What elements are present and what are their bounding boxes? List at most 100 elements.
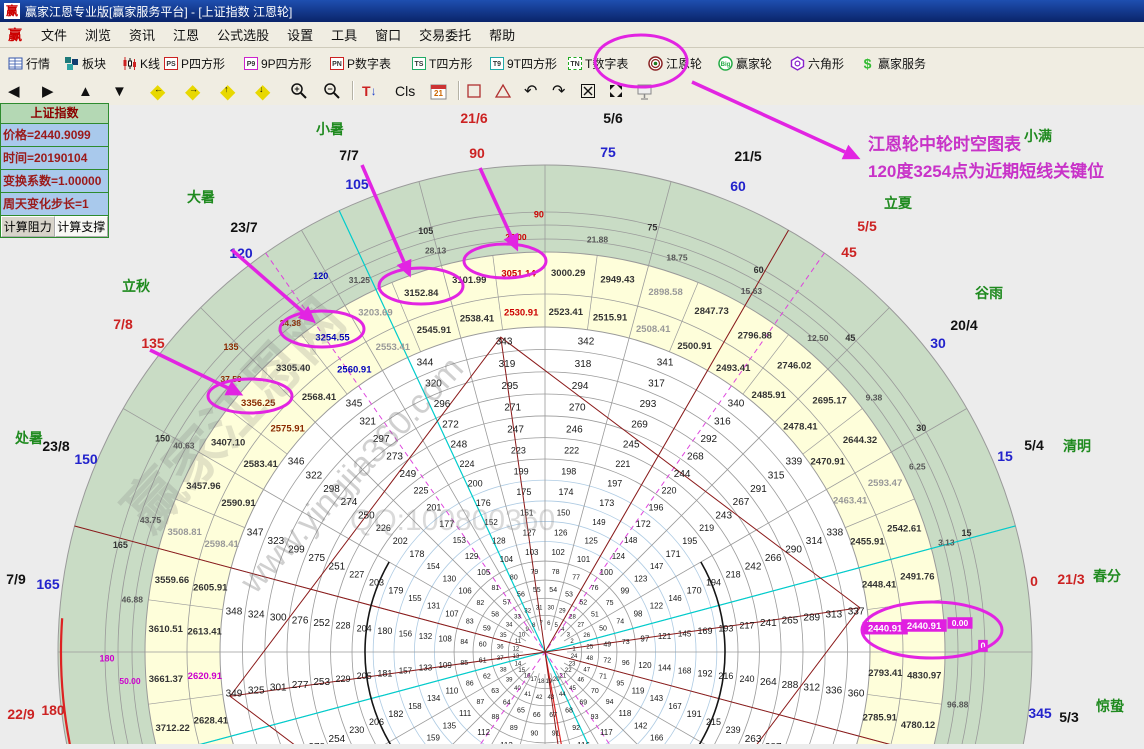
calendar-icon[interactable]: 21 (430, 80, 447, 102)
toolbar-button-9P四方形[interactable]: P99P四方形 (244, 53, 312, 73)
svg-text:181: 181 (377, 668, 392, 678)
svg-text:54: 54 (549, 587, 557, 594)
panel-button-计算支撑[interactable]: 计算支撑 (55, 216, 109, 237)
svg-text:23/8: 23/8 (42, 438, 69, 454)
svg-text:2515.91: 2515.91 (593, 313, 628, 324)
svg-text:2898.58: 2898.58 (648, 287, 682, 298)
zoom-in-icon[interactable]: + (290, 80, 308, 102)
svg-text:360: 360 (848, 689, 865, 700)
svg-text:2545.91: 2545.91 (417, 325, 452, 336)
menu-item-4[interactable]: 公式选股 (208, 25, 278, 46)
tools-toolbar: ◀ ▶ ▲ ▼ ◆← ◆→ ◆↑ ◆↓ +−T↓ Cls 21 ↶ ↷ (0, 77, 1144, 106)
svg-text:84: 84 (460, 639, 468, 646)
svg-text:62: 62 (483, 674, 491, 681)
svg-text:3203.69: 3203.69 (358, 307, 392, 318)
svg-text:15: 15 (961, 528, 971, 538)
svg-text:45: 45 (569, 686, 576, 692)
nav-next-icon[interactable]: ▶ (42, 80, 54, 102)
svg-text:27: 27 (577, 623, 584, 629)
svg-text:40: 40 (514, 686, 521, 692)
menu-item-1[interactable]: 浏览 (76, 25, 120, 46)
svg-text:42: 42 (536, 695, 543, 701)
svg-text:2523.41: 2523.41 (549, 307, 584, 318)
svg-text:37: 37 (497, 656, 504, 662)
time-axis-icon[interactable]: T↓ (362, 80, 377, 102)
toolbar-button-T四方形[interactable]: TST四方形 (412, 53, 472, 73)
toolbar-button-P数字表[interactable]: PNP数字表 (330, 53, 391, 73)
menu-item-7[interactable]: 窗口 (366, 25, 410, 46)
gann-wheel[interactable]: 2440.912440.912448.412491.762455.912542.… (0, 105, 1144, 744)
svg-text:2485.91: 2485.91 (752, 390, 787, 401)
toolbar-button-行情[interactable]: 行情 (8, 53, 50, 73)
svg-text:3000.29: 3000.29 (551, 268, 585, 279)
svg-text:206: 206 (369, 717, 384, 727)
gann-wheel-chart-area[interactable]: 2440.912440.912448.412491.762455.912542.… (0, 105, 1144, 744)
menu-item-8[interactable]: 交易委托 (410, 25, 480, 46)
menu-item-3[interactable]: 江恩 (164, 25, 208, 46)
menu-item-0[interactable]: 文件 (32, 25, 76, 46)
toolbar-button-板块[interactable]: 板块 (64, 53, 106, 73)
svg-text:277: 277 (292, 680, 309, 691)
toolbar-button-T数字表[interactable]: TNT数字表 (568, 53, 628, 73)
delete-box-icon[interactable] (580, 80, 596, 102)
pan-right-icon[interactable]: ◆→ (183, 80, 203, 102)
svg-text:大暑: 大暑 (187, 189, 215, 205)
svg-text:227: 227 (349, 569, 364, 579)
svg-text:32: 32 (524, 608, 531, 614)
svg-text:谷雨: 谷雨 (975, 285, 1003, 301)
svg-text:80: 80 (510, 574, 518, 581)
index-name: 上证指数 (1, 104, 108, 124)
toolbar-button-label: 赢家轮 (736, 55, 772, 72)
toolbar-button-江恩轮[interactable]: 江恩轮 (648, 53, 702, 73)
pan-down-icon[interactable]: ◆↓ (253, 80, 273, 102)
pan-left-icon[interactable]: ◆← (148, 80, 168, 102)
rotate-ccw-icon[interactable]: ↶ (524, 80, 537, 102)
svg-text:34: 34 (506, 623, 513, 629)
svg-text:81: 81 (492, 585, 500, 592)
cls-button[interactable]: Cls (395, 80, 415, 102)
svg-text:86: 86 (466, 681, 474, 688)
collapse-icon[interactable] (608, 80, 624, 102)
toolbar-button-K线[interactable]: K线 (122, 53, 160, 73)
toolbar-separator (458, 81, 460, 100)
panel-button-计算阻力[interactable]: 计算阻力 (1, 216, 55, 237)
svg-text:2593.47: 2593.47 (868, 478, 902, 489)
nav-down-icon[interactable]: ▼ (112, 80, 127, 102)
zoom-out-icon[interactable]: − (323, 80, 341, 102)
toolbar-button-六角形[interactable]: 六角形 (790, 53, 844, 73)
svg-text:202: 202 (393, 536, 408, 546)
draw-triangle-icon[interactable] (494, 80, 512, 102)
pan-up-icon[interactable]: ◆↑ (218, 80, 238, 102)
svg-text:314: 314 (806, 536, 823, 547)
toolbar-button-P四方形[interactable]: PSP四方形 (164, 53, 225, 73)
rotate-cw-icon[interactable]: ↷ (552, 80, 565, 102)
svg-text:105: 105 (477, 568, 491, 577)
toolbar-button-赢家轮[interactable]: Big赢家轮 (718, 53, 772, 73)
menu-item-5[interactable]: 设置 (278, 25, 322, 46)
svg-text:228: 228 (336, 621, 351, 631)
svg-text:292: 292 (700, 434, 717, 445)
nav-prev-icon[interactable]: ◀ (8, 80, 20, 102)
toolbar-button-9T四方形[interactable]: T99T四方形 (490, 53, 557, 73)
board-icon[interactable] (636, 80, 653, 102)
svg-text:193: 193 (718, 623, 733, 633)
svg-text:267: 267 (733, 497, 750, 508)
menu-item-2[interactable]: 资讯 (120, 25, 164, 46)
svg-text:338: 338 (827, 528, 844, 539)
svg-text:50: 50 (599, 625, 607, 632)
menu-item-6[interactable]: 工具 (322, 25, 366, 46)
svg-text:205: 205 (357, 671, 372, 681)
svg-text:66: 66 (533, 712, 541, 719)
svg-text:72: 72 (603, 658, 611, 665)
svg-text:301: 301 (270, 683, 287, 694)
svg-text:52: 52 (579, 600, 587, 607)
toolbar-button-赢家服务[interactable]: $赢家服务 (860, 53, 926, 73)
svg-text:271: 271 (504, 403, 521, 414)
svg-text:2590.91: 2590.91 (221, 498, 256, 509)
menu-item-9[interactable]: 帮助 (480, 25, 524, 46)
toolbar-separator (352, 81, 354, 100)
nav-up-icon[interactable]: ▲ (78, 80, 93, 102)
draw-square-icon[interactable] (466, 80, 482, 102)
svg-text:345: 345 (1028, 705, 1052, 721)
ts-square-icon: TS (412, 57, 426, 70)
